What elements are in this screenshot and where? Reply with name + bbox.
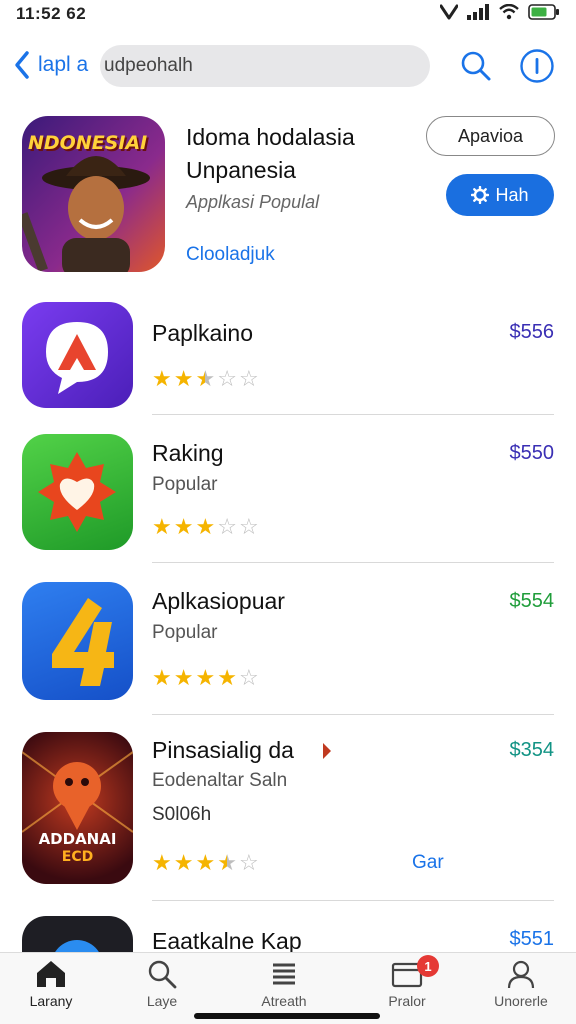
info-icon[interactable] (519, 48, 555, 84)
status-icons (440, 4, 560, 20)
list-item[interactable]: Aplkasiopuar Popular $554 ★ ★ ★ ★ ☆ (0, 580, 576, 716)
star-icon: ★ (195, 850, 216, 875)
app-extra: S0l06h (152, 804, 212, 825)
star-icon: ★ (217, 665, 237, 690)
app-price[interactable]: $551 (510, 928, 555, 951)
featured-title-line1: Idoma hodalasia (186, 124, 355, 150)
app-icon[interactable] (22, 434, 133, 550)
list-icon (273, 963, 295, 985)
list-item[interactable]: Eaatkalne Kap $551 (0, 916, 576, 952)
list-item[interactable]: Paplkaino $556 ★ ★ ★ ☆ ☆ (0, 300, 576, 416)
featured-app-icon[interactable]: NDONESIAI (22, 116, 165, 272)
star-icon: ★ (152, 850, 172, 875)
app-title: Aplkasiopuar (152, 588, 285, 614)
back-label: lapl a (38, 53, 89, 76)
gear-icon (471, 186, 490, 204)
home-icon (37, 961, 65, 987)
star-icon: ★ (152, 665, 172, 690)
divider (152, 714, 554, 715)
list-item[interactable]: Raking Popular $550 ★ ★ ★ ☆ ☆ (0, 432, 576, 564)
app-subtitle: Popular (152, 474, 218, 495)
app-action-link[interactable]: Gar (412, 852, 444, 874)
tab-list[interactable]: Atreath (234, 959, 334, 1019)
star-icon: ★ (195, 665, 216, 690)
featured-app[interactable]: NDONESIAI Idoma hodalasia Unpanesia Appl… (0, 112, 576, 282)
featured-link[interactable]: Clooladjuk (186, 244, 275, 266)
app-price[interactable]: $556 (510, 321, 555, 344)
signal-icon (467, 4, 489, 20)
app-subtitle: Popular (152, 622, 218, 643)
battery-icon (528, 4, 559, 20)
featured-outline-label: Apavioa (457, 125, 524, 146)
app-title: Raking (152, 440, 224, 466)
app-title: Pinsasialig da (152, 737, 294, 763)
location-icon (440, 4, 458, 20)
app-icon[interactable]: ADDANAI ECD (22, 732, 133, 884)
nav-bar: lapl a udpeohalh (0, 42, 576, 92)
tab-label: Pralor (388, 993, 426, 1009)
star-empty-icon: ☆ (238, 366, 259, 391)
app-title: Paplkaino (152, 320, 254, 346)
divider (152, 900, 554, 901)
list-item[interactable]: ADDANAI ECD Pinsasialig da Eodenaltar Sa… (0, 732, 576, 902)
divider (152, 562, 554, 563)
status-bar: 11:52 62 (0, 0, 576, 32)
star-icon: ★ (173, 514, 194, 539)
rating-stars: ★ ★ ★ ★ ☆ (152, 667, 259, 689)
divider (152, 414, 554, 415)
search-field[interactable]: udpeohalh (100, 45, 430, 87)
tab-label: Unorerle (494, 993, 548, 1009)
star-empty-icon: ☆ (217, 366, 237, 391)
wifi-icon (499, 4, 519, 20)
person-icon (507, 960, 535, 989)
app-price[interactable]: $550 (510, 442, 555, 465)
home-indicator[interactable] (194, 1013, 380, 1019)
app-icon-text-bottom: ECD (61, 849, 94, 865)
star-icon: ★ (173, 850, 194, 875)
star-icon: ★ (173, 665, 194, 690)
status-time: 11:52 62 (16, 4, 87, 23)
notification-badge: 1 (417, 955, 439, 977)
star-empty-icon: ☆ (238, 665, 259, 690)
star-empty-icon: ☆ (217, 514, 237, 539)
star-icon: ★ (152, 366, 172, 391)
tab-profile[interactable]: Unorerle (471, 959, 571, 1019)
rating-stars: ★ ★ ★ ☆ ☆ (152, 516, 259, 538)
star-empty-icon: ☆ (238, 514, 259, 539)
star-half-icon: ★ (217, 850, 237, 875)
tab-home[interactable]: Larany (1, 959, 101, 1019)
featured-get-button[interactable]: Hah (446, 174, 554, 216)
star-icon: ★ (173, 366, 194, 391)
tab-search[interactable]: Laye (112, 959, 212, 1019)
featured-get-label: Hah (495, 184, 529, 205)
app-icon[interactable] (22, 916, 133, 952)
star-half-icon: ★ (195, 366, 216, 391)
tab-inbox[interactable]: 1 Pralor (357, 955, 457, 1019)
app-icon-text-top: ADDANAI (38, 830, 117, 848)
search-value: udpeohalh (104, 55, 193, 76)
app-icon[interactable] (22, 302, 133, 408)
search-icon[interactable] (460, 50, 492, 82)
app-icon[interactable] (22, 582, 133, 700)
tab-label: Larany (29, 993, 73, 1009)
app-subtitle: Eodenaltar Saln (152, 770, 288, 791)
featured-outline-button[interactable]: Apavioa (426, 116, 555, 156)
featured-subtitle: Applkasi Populal (186, 192, 320, 212)
rating-stars: ★ ★ ★ ★ ☆ (152, 852, 259, 874)
play-indicator-icon (323, 743, 331, 759)
tab-label: Atreath (261, 993, 307, 1009)
star-icon: ★ (195, 514, 216, 539)
app-price[interactable]: $554 (510, 590, 555, 613)
chevron-left-icon (15, 51, 29, 79)
star-icon: ★ (152, 514, 172, 539)
app-price[interactable]: $354 (510, 739, 555, 762)
app-title: Eaatkalne Kap (152, 928, 302, 952)
search-icon (148, 960, 177, 989)
star-empty-icon: ☆ (238, 850, 259, 875)
tab-label: Laye (146, 993, 178, 1009)
featured-title-line2: Unpanesia (186, 157, 296, 183)
rating-stars: ★ ★ ★ ☆ ☆ (152, 368, 259, 390)
featured-icon-text: NDONESIAI (28, 132, 148, 154)
back-button[interactable]: lapl a (14, 50, 88, 80)
